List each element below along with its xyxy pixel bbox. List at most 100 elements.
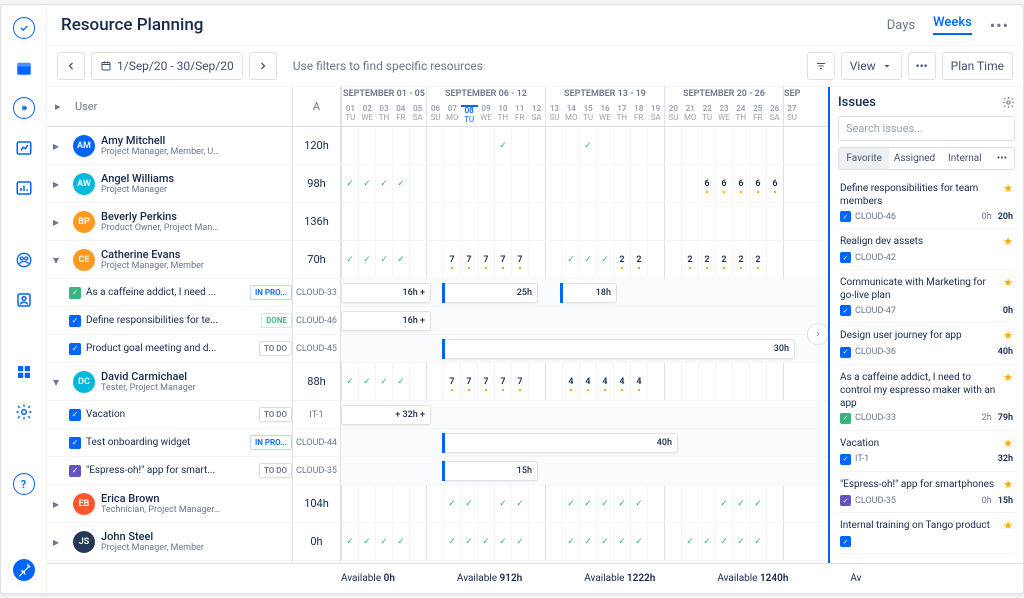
task-grid-row: 16h + bbox=[341, 307, 828, 335]
task-bar[interactable]: 40h bbox=[443, 433, 678, 453]
star-icon[interactable]: ★ bbox=[1003, 371, 1013, 385]
avatar: CE bbox=[73, 249, 95, 271]
chart-icon[interactable] bbox=[13, 137, 35, 159]
report-icon[interactable] bbox=[13, 177, 35, 199]
issue-title: As a caffeine addict, I need to control … bbox=[840, 371, 999, 410]
task-row[interactable]: ✓Test onboarding widgetIN PRO... bbox=[47, 429, 292, 457]
user-name: David Carmichael bbox=[101, 370, 196, 383]
issue-item[interactable]: Vacation★✓IT-132h bbox=[838, 431, 1015, 472]
issue-item[interactable]: Internal training on Tango product★✓ bbox=[838, 513, 1015, 554]
settings-icon[interactable] bbox=[13, 401, 35, 423]
issue-type-icon: ✓ bbox=[840, 305, 851, 316]
task-row[interactable]: ✓Product goal meeting and d...TO DO bbox=[47, 335, 292, 363]
user-row[interactable]: ▾DCDavid CarmichaelTester, Project Manag… bbox=[47, 363, 292, 401]
collapse-all-icon[interactable]: ▸ bbox=[55, 100, 69, 113]
tab-assigned[interactable]: Assigned bbox=[889, 148, 939, 169]
star-icon[interactable]: ★ bbox=[1003, 235, 1013, 249]
user-name: Amy Mitchell bbox=[101, 134, 221, 147]
team-icon[interactable] bbox=[13, 249, 35, 271]
task-label: Test onboarding widget bbox=[86, 437, 245, 448]
issue-item[interactable]: Communicate with Marketing for go-live p… bbox=[838, 270, 1015, 323]
issue-key: CLOUD-47 bbox=[855, 306, 896, 316]
more-icon[interactable]: ••• bbox=[990, 16, 1009, 35]
chevron-icon[interactable]: ▸ bbox=[53, 215, 67, 229]
tab-more[interactable]: ••• bbox=[990, 148, 1014, 169]
user-role: Project Manager bbox=[101, 185, 174, 195]
issue-key: IT-1 bbox=[855, 454, 869, 464]
plan-time-button[interactable]: Plan Time bbox=[942, 52, 1013, 80]
issue-item[interactable]: "Espress-oh!" app for smartphones★✓CLOUD… bbox=[838, 472, 1015, 513]
tab-favorite[interactable]: Favorite bbox=[839, 148, 889, 169]
issue-item[interactable]: Define responsibilities for team members… bbox=[838, 176, 1015, 229]
user-row[interactable]: ▾CECatherine EvansProject Manager, Membe… bbox=[47, 241, 292, 279]
footer-summary: Available 0hAvailable 912hAvailable 1222… bbox=[47, 563, 1023, 593]
task-row[interactable]: ✓"Espress-oh!" app for smart...TO DO bbox=[47, 457, 292, 485]
expand-icon[interactable] bbox=[13, 97, 35, 119]
star-icon[interactable]: ★ bbox=[1003, 519, 1013, 533]
issue-item[interactable]: Design user journey for app★✓CLOUD-3640h bbox=[838, 323, 1015, 364]
chevron-icon[interactable]: ▾ bbox=[53, 253, 67, 267]
next-button[interactable] bbox=[249, 52, 277, 80]
status-badge: TO DO bbox=[259, 463, 292, 478]
date-range-picker[interactable]: 1/Sep/20 - 30/Sep/20 bbox=[91, 52, 243, 80]
calendar-icon[interactable] bbox=[13, 57, 35, 79]
user-row[interactable]: ▸BPBeverly PerkinsProduct Owner, Project… bbox=[47, 203, 292, 241]
chevron-icon[interactable]: ▸ bbox=[53, 177, 67, 191]
status-badge: DONE bbox=[261, 313, 292, 328]
task-bar[interactable]: 25h bbox=[443, 283, 538, 303]
pin-icon[interactable] bbox=[13, 559, 35, 581]
chevron-icon[interactable]: ▸ bbox=[53, 535, 67, 549]
user-row[interactable]: ▸EBErica BrownTechnician, Project Manage… bbox=[47, 485, 292, 523]
task-bar[interactable]: 16h + bbox=[341, 311, 431, 331]
apps-icon[interactable] bbox=[13, 361, 35, 383]
task-bar[interactable]: 16h + bbox=[341, 283, 431, 303]
chevron-icon[interactable]: ▾ bbox=[53, 375, 67, 389]
chevron-icon[interactable]: ▸ bbox=[53, 139, 67, 153]
timeline-grid[interactable]: SEPTEMBER 01 - 0501TU02WE03TH04FR05SASEP… bbox=[341, 87, 828, 563]
expand-panel-icon[interactable]: › bbox=[807, 323, 828, 345]
filter-icon[interactable] bbox=[807, 52, 835, 80]
page-header: Resource Planning Days Weeks ••• bbox=[47, 5, 1023, 46]
footer-stat: Available 1222h bbox=[584, 573, 655, 584]
filter-hint[interactable]: Use filters to find specific resources bbox=[293, 59, 483, 73]
task-label: "Espress-oh!" app for smart... bbox=[86, 465, 254, 476]
app-root: ? Resource Planning Days Weeks ••• 1/Sep… bbox=[0, 4, 1024, 594]
gear-icon[interactable] bbox=[1002, 96, 1015, 109]
task-grid-row: 40h bbox=[341, 429, 828, 457]
tab-weeks[interactable]: Weeks bbox=[933, 15, 972, 35]
star-icon[interactable]: ★ bbox=[1003, 478, 1013, 492]
grid-row bbox=[341, 203, 828, 241]
user-icon[interactable] bbox=[13, 289, 35, 311]
star-icon[interactable]: ★ bbox=[1003, 329, 1013, 343]
view-dropdown[interactable]: View bbox=[841, 52, 902, 80]
task-bar[interactable]: + 32h + bbox=[341, 405, 431, 425]
footer-stat: Available 1240h bbox=[717, 573, 788, 584]
task-type-icon: ✓ bbox=[69, 287, 81, 299]
user-row[interactable]: ▸JSJohn SteelProject Manager, Member bbox=[47, 523, 292, 561]
issues-list: Define responsibilities for team members… bbox=[838, 176, 1015, 555]
user-name: John Steel bbox=[101, 530, 204, 543]
user-row[interactable]: ▸AMAmy MitchellProject Manager, Member, … bbox=[47, 127, 292, 165]
status-badge: IN PRO... bbox=[250, 285, 292, 300]
task-bar[interactable]: 18h bbox=[561, 283, 617, 303]
user-row[interactable]: ▸AWAngel WilliamsProject Manager bbox=[47, 165, 292, 203]
task-row[interactable]: ✓As a caffeine addict, I need ...IN PRO.… bbox=[47, 279, 292, 307]
star-icon[interactable]: ★ bbox=[1003, 276, 1013, 290]
task-row[interactable]: ✓VacationTO DO bbox=[47, 401, 292, 429]
task-grid-row: 30h bbox=[341, 335, 828, 363]
chevron-icon[interactable]: ▸ bbox=[53, 497, 67, 511]
tab-days[interactable]: Days bbox=[887, 18, 915, 33]
issue-item[interactable]: Realign dev assets★✓CLOUD-42 bbox=[838, 229, 1015, 270]
task-bar[interactable]: 15h bbox=[443, 461, 538, 481]
task-bar[interactable]: 30h bbox=[443, 339, 795, 359]
star-icon[interactable]: ★ bbox=[1003, 182, 1013, 196]
logo-check-icon[interactable] bbox=[13, 17, 35, 39]
tab-internal[interactable]: Internal bbox=[940, 148, 990, 169]
issue-item[interactable]: As a caffeine addict, I need to control … bbox=[838, 365, 1015, 431]
search-input[interactable]: Search issues... bbox=[838, 116, 1015, 141]
prev-button[interactable] bbox=[57, 52, 85, 80]
task-row[interactable]: ✓Define responsibilities for te...DONE bbox=[47, 307, 292, 335]
help-icon[interactable]: ? bbox=[13, 473, 35, 495]
toolbar-more-icon[interactable]: ••• bbox=[908, 52, 936, 80]
star-icon[interactable]: ★ bbox=[1003, 437, 1013, 451]
